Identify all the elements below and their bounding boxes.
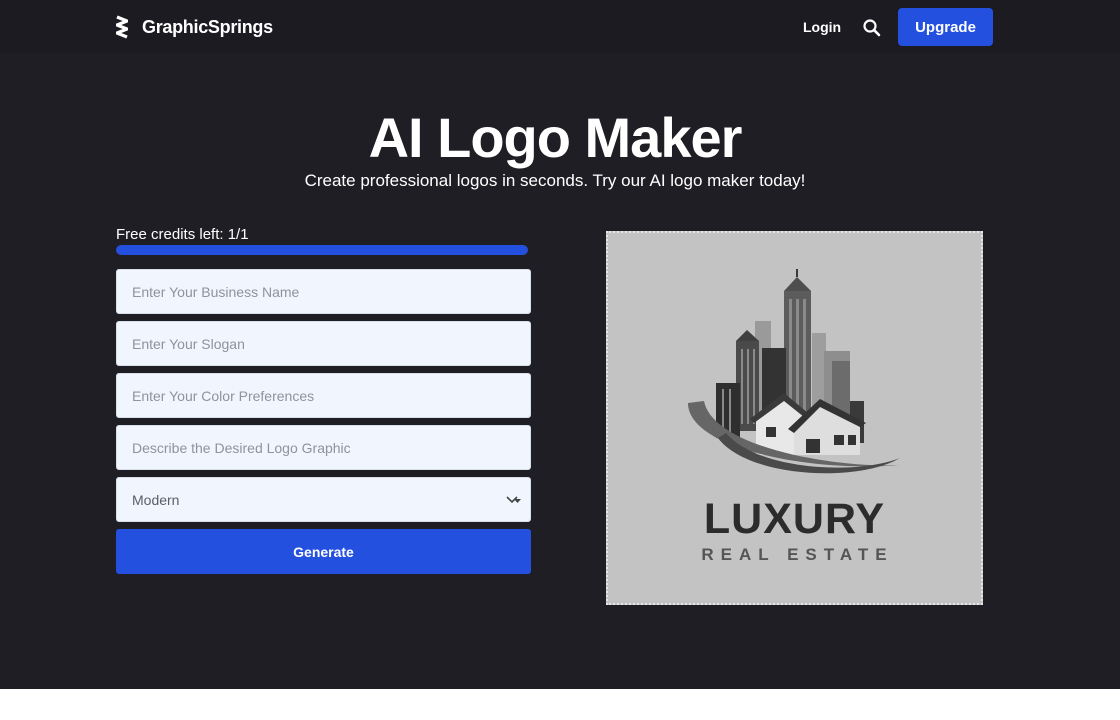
slogan-input[interactable] <box>116 321 531 366</box>
logo-preview: LUXURY REAL ESTATE <box>606 231 983 605</box>
upgrade-button[interactable]: Upgrade <box>898 8 993 46</box>
credits-label: Free credits left: 1/1 <box>116 226 249 243</box>
search-icon[interactable] <box>862 18 882 38</box>
login-link[interactable]: Login <box>803 19 841 35</box>
spring-logo-icon <box>116 15 128 39</box>
brand-name: GraphicSprings <box>142 17 273 37</box>
style-select-value: Modern <box>132 491 180 508</box>
credits-progress-bar <box>116 245 528 255</box>
logo-graphic-input[interactable] <box>116 425 531 470</box>
business-name-input[interactable] <box>116 269 531 314</box>
top-nav: GraphicSprings Login Upgrade <box>0 0 1120 54</box>
preview-brand-name: LUXURY <box>703 495 886 543</box>
color-preferences-input[interactable] <box>116 373 531 418</box>
brand-logo[interactable]: GraphicSprings <box>116 14 273 41</box>
hero-section: GraphicSprings Login Upgrade AI Logo Mak… <box>0 0 1120 689</box>
preview-tagline: REAL ESTATE <box>701 545 894 564</box>
generate-button[interactable]: Generate <box>116 529 531 574</box>
page-subtitle: Create professional logos in seconds. Tr… <box>304 171 806 190</box>
credits-progress-fill <box>116 245 528 255</box>
chevron-down-icon <box>506 496 521 504</box>
page-title: AI Logo Maker <box>368 106 743 169</box>
city-house-logo-graphic <box>688 269 904 474</box>
style-select[interactable]: Modern <box>116 477 531 522</box>
